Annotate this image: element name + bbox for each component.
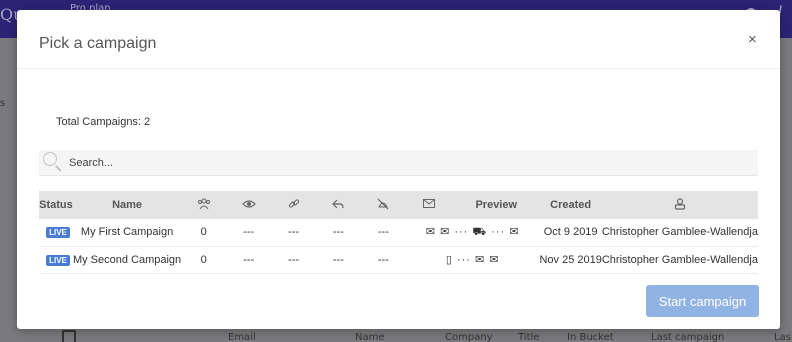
- header-status[interactable]: Status: [39, 191, 73, 219]
- table-row[interactable]: LIVE My Second Campaign 0 --- --- --- --…: [39, 246, 758, 274]
- campaign-name[interactable]: My First Campaign: [72, 219, 182, 247]
- select-all-checkbox: [62, 330, 76, 342]
- replied-count: ---: [315, 219, 361, 247]
- bg-column-company: Company: [445, 332, 493, 342]
- total-campaigns: Total Campaigns: 2: [56, 116, 151, 128]
- bg-column-las: Las: [774, 332, 791, 342]
- modal-divider: [17, 68, 780, 69]
- status-badge: LIVE: [46, 227, 70, 239]
- preview-sequence[interactable]: ✉ ✉ ··· ⛟ ··· ✉: [405, 219, 540, 247]
- campaigns-table: Status Name Preview Created LIVE My Firs…: [39, 191, 758, 274]
- modal-title: Pick a campaign: [39, 35, 157, 52]
- opened-count: ---: [226, 246, 272, 274]
- sent-count: 0: [181, 219, 227, 247]
- status-cell: LIVE: [39, 219, 73, 247]
- bg-column-last-campaign: Last campaign: [651, 332, 725, 342]
- header-unsubscribed[interactable]: [360, 191, 406, 219]
- unsubscribed-count: ---: [360, 246, 406, 274]
- header-opened[interactable]: [226, 191, 272, 219]
- header-preview[interactable]: Preview: [453, 191, 540, 219]
- people-icon: [197, 198, 211, 213]
- header-replied[interactable]: [315, 191, 361, 219]
- search-icon: [43, 152, 57, 166]
- header-name[interactable]: Name: [72, 191, 182, 219]
- link-icon: [288, 198, 300, 213]
- pick-campaign-modal: Pick a campaign × Total Campaigns: 2 Sta…: [17, 10, 780, 329]
- bg-column-name: Name: [355, 332, 385, 342]
- opened-count: ---: [226, 219, 272, 247]
- header-emails[interactable]: [405, 191, 454, 219]
- sent-count: 0: [181, 246, 227, 274]
- header-owner[interactable]: [601, 191, 758, 219]
- header-clicked[interactable]: [271, 191, 316, 219]
- unsubscribed-count: ---: [360, 219, 406, 247]
- created-date: Oct 9 2019: [539, 219, 602, 247]
- bg-column-email: Email: [228, 332, 256, 342]
- status-badge: LIVE: [46, 254, 70, 266]
- header-sent[interactable]: [181, 191, 227, 219]
- clicked-count: ---: [271, 246, 316, 274]
- reply-icon: [331, 199, 345, 213]
- envelope-icon: [423, 198, 436, 212]
- replied-count: ---: [315, 246, 361, 274]
- campaign-name[interactable]: My Second Campaign: [72, 246, 182, 274]
- unsubscribe-icon: [376, 198, 390, 213]
- clicked-count: ---: [271, 219, 316, 247]
- owner-icon: [674, 197, 686, 213]
- eye-icon: [241, 198, 256, 212]
- status-cell: LIVE: [39, 246, 73, 274]
- owner-name: Christopher Gamblee-Wallendja: [601, 219, 758, 247]
- search-bar: [39, 150, 758, 176]
- table-row[interactable]: LIVE My First Campaign 0 --- --- --- ---…: [39, 219, 758, 247]
- search-input[interactable]: [69, 153, 729, 173]
- close-icon[interactable]: ×: [748, 31, 757, 48]
- start-campaign-button[interactable]: Start campaign: [646, 285, 759, 317]
- header-created[interactable]: Created: [539, 191, 602, 219]
- created-date: Nov 25 2019: [539, 246, 602, 274]
- preview-sequence[interactable]: ▯ ··· ✉ ✉: [405, 246, 540, 274]
- table-header-row: Status Name Preview Created: [39, 191, 758, 219]
- bg-column-in-bucket: In Bucket: [567, 332, 614, 342]
- owner-name: Christopher Gamblee-Wallendja: [601, 246, 758, 274]
- sidebar-label: s: [0, 98, 6, 109]
- bg-column-title: Title: [518, 332, 540, 342]
